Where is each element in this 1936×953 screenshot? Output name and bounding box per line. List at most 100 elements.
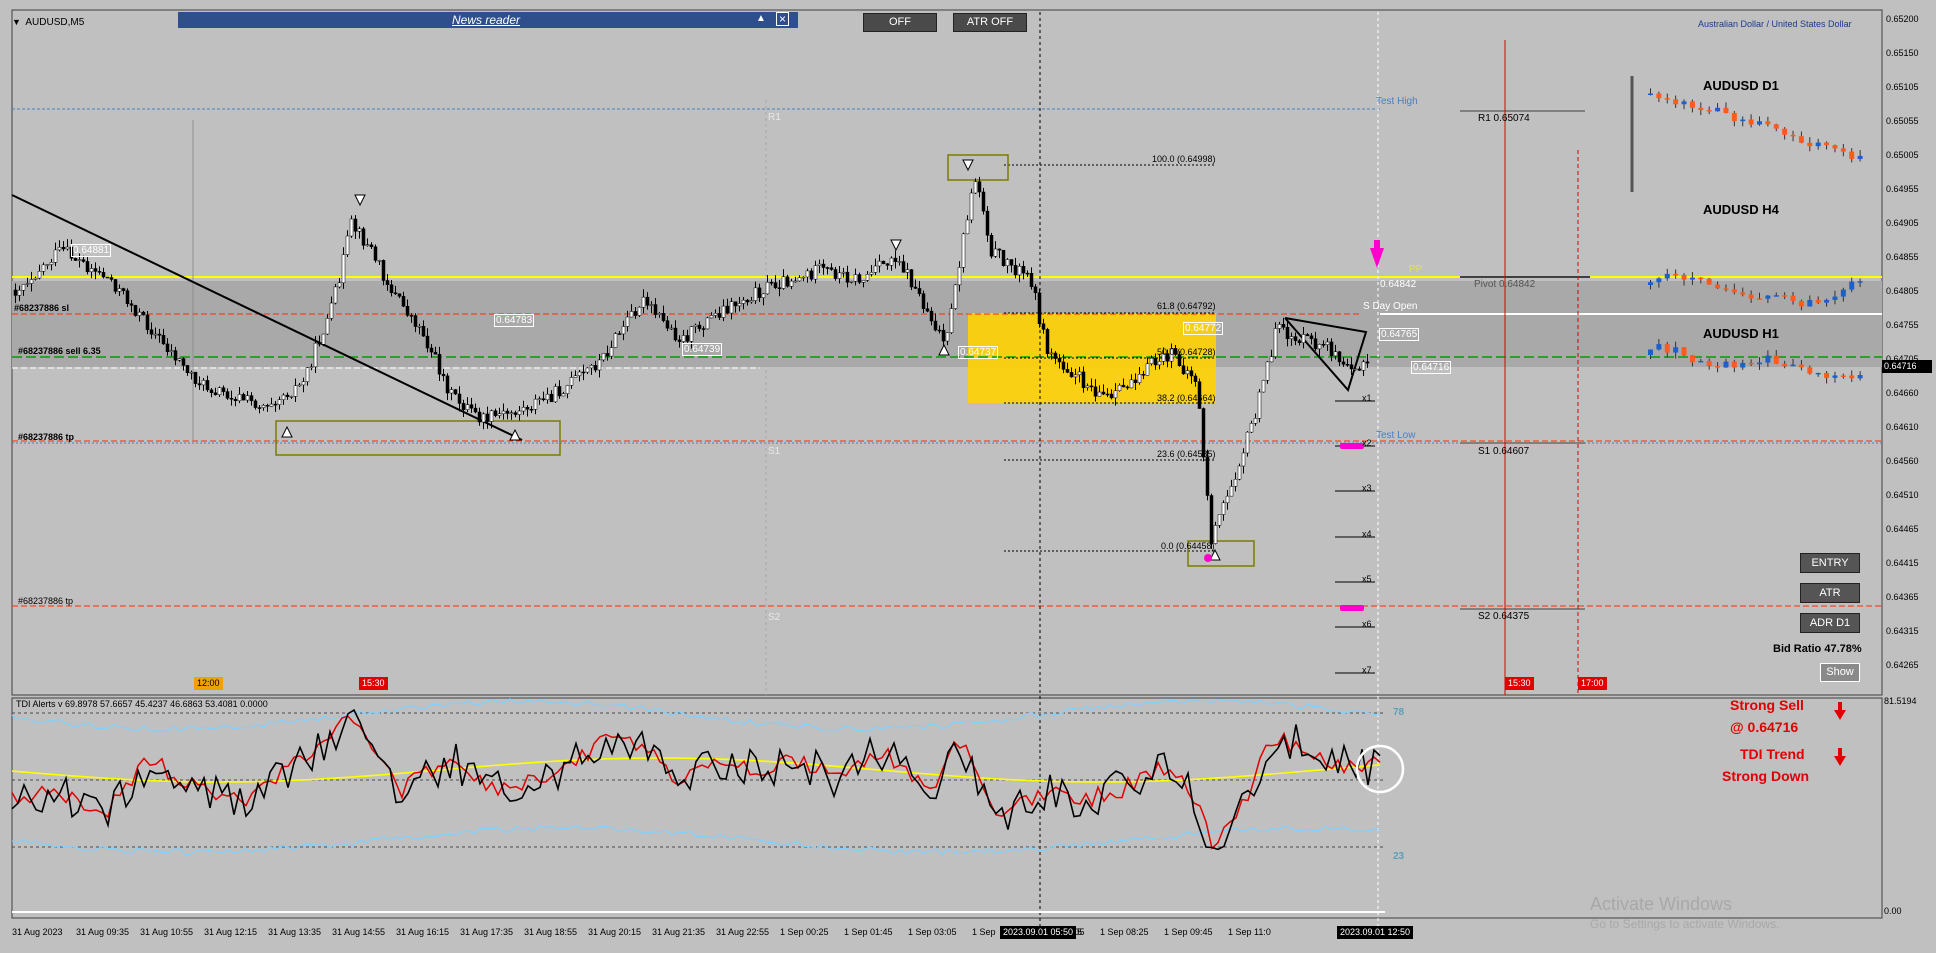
mini-candle-body	[1840, 148, 1846, 152]
mini-candle-body	[1689, 101, 1695, 108]
candle-body	[1345, 364, 1350, 366]
candle-body	[417, 325, 422, 328]
candle-body	[37, 271, 42, 279]
candle-body	[1249, 423, 1254, 433]
candle-body	[437, 353, 442, 375]
candle-body	[905, 269, 910, 273]
time-axis-label: 1 Sep 11:0	[1228, 927, 1271, 937]
candle-body	[1081, 371, 1086, 388]
candle-body	[125, 290, 130, 304]
candle-body	[285, 394, 290, 397]
candle-body	[1233, 478, 1238, 487]
candle-body	[189, 371, 194, 374]
mini-candle-body	[1840, 289, 1846, 297]
candle-body	[413, 315, 418, 327]
s1-label: S1 0.64607	[1478, 446, 1530, 457]
candle-body	[725, 305, 730, 314]
mini-candle-body	[1757, 121, 1762, 125]
candle-body	[577, 371, 582, 376]
candle-body	[105, 276, 110, 279]
candle-body	[925, 308, 930, 312]
candle-body	[1013, 265, 1018, 276]
triangle-up-icon[interactable]: ▲	[756, 13, 766, 24]
candle-body	[1253, 418, 1258, 424]
tdi-level-78: 78	[1393, 707, 1405, 718]
price-label-box: 0.64765	[1379, 328, 1420, 341]
candle-body	[689, 326, 694, 342]
mini-candle-body	[1790, 295, 1796, 301]
crosshair-time-label-1: 2023.09.01 05:50	[1000, 926, 1077, 939]
candle-body	[213, 392, 218, 395]
candle-body	[41, 264, 46, 272]
candle-body	[537, 398, 542, 400]
candle-body	[117, 288, 122, 292]
magenta-marker	[1340, 605, 1364, 611]
candle-body	[177, 358, 182, 361]
x-level-label: x7	[1362, 665, 1372, 675]
candle-body	[1045, 329, 1050, 354]
mini-candle-body	[1731, 361, 1737, 368]
candle-body	[1025, 272, 1030, 275]
candle-body	[1341, 361, 1346, 365]
candle-body	[749, 300, 754, 303]
candle-body	[1157, 361, 1162, 366]
candle-body	[453, 389, 458, 395]
candle-body	[1293, 336, 1298, 341]
candle-body	[1153, 358, 1158, 366]
candle-body	[525, 407, 530, 410]
mini-candle-body	[1798, 300, 1804, 307]
candle-body	[49, 262, 54, 265]
trade-sell-label: #68237886 sell 6.35	[18, 346, 101, 356]
price-axis-label: 0.64510	[1886, 490, 1919, 500]
candle-body	[513, 412, 518, 415]
price-axis-label: 0.64315	[1886, 626, 1919, 636]
x-level-label: x5	[1362, 574, 1372, 584]
price-tag: 0.64772	[1183, 322, 1224, 335]
time-axis-label: 1 Sep 09:45	[1164, 927, 1213, 937]
candle-body	[1301, 334, 1306, 343]
adr-d1-button[interactable]: ADR D1	[1800, 613, 1860, 633]
off-button[interactable]: OFF	[863, 13, 937, 32]
candle-body	[685, 335, 690, 342]
candle-body	[61, 246, 66, 250]
candle-body	[649, 304, 654, 306]
mini-candle-body	[1715, 107, 1721, 112]
candle-body	[361, 228, 366, 246]
time-axis-label: 1 Sep 03:05	[908, 927, 957, 937]
show-button[interactable]: Show	[1820, 663, 1860, 682]
candle-body	[17, 290, 22, 296]
news-reader-label[interactable]: News reader	[452, 13, 520, 27]
candle-body	[209, 389, 214, 393]
candle-body	[1021, 266, 1026, 274]
candle-body	[817, 263, 822, 266]
close-box-icon[interactable]: ×	[776, 12, 790, 26]
candle-body	[1069, 372, 1074, 378]
candle-body	[813, 265, 818, 280]
candle-body	[541, 398, 546, 401]
candle-body	[981, 191, 986, 212]
mini-candle-body	[1706, 360, 1712, 367]
news-reader-bar[interactable]: News reader ▲ ×	[178, 12, 798, 28]
atr-off-button[interactable]: ATR OFF	[953, 13, 1027, 32]
main-price-chart[interactable]	[0, 0, 1936, 953]
candle-body	[1209, 495, 1214, 544]
candle-body	[153, 333, 158, 336]
entry-button[interactable]: ENTRY	[1800, 553, 1860, 573]
candle-body	[961, 233, 966, 268]
candle-body	[1329, 341, 1334, 357]
mini-candle-body	[1857, 375, 1863, 379]
candle-body	[1005, 259, 1010, 266]
candle-body	[101, 272, 106, 278]
candle-body	[1033, 286, 1038, 294]
dropdown-triangle-icon[interactable]: ▼	[12, 17, 21, 27]
candle-body	[1029, 273, 1034, 287]
candle-body	[1297, 340, 1302, 343]
candle-body	[141, 311, 146, 316]
candle-body	[1001, 249, 1006, 266]
mini-candle-body	[1681, 347, 1687, 356]
atr-button[interactable]: ATR	[1800, 583, 1860, 603]
candle-body	[909, 269, 914, 288]
candle-body	[621, 326, 626, 335]
candle-body	[221, 387, 226, 392]
price-axis-label: 0.64955	[1886, 184, 1919, 194]
